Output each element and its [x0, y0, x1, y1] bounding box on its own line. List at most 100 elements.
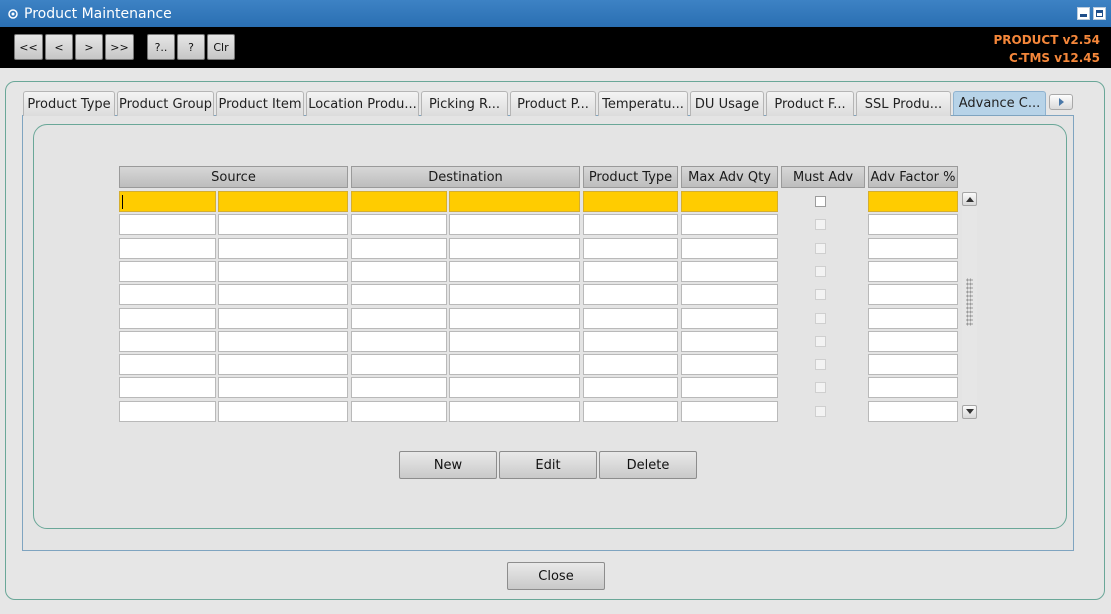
destination-name-cell[interactable] [449, 238, 580, 259]
adv-factor-cell[interactable] [868, 401, 958, 422]
source-name-cell[interactable] [218, 331, 348, 352]
tab-scroll-right-button[interactable] [1049, 94, 1073, 110]
max-adv-qty-cell[interactable] [681, 377, 778, 398]
max-adv-qty-cell[interactable] [681, 261, 778, 282]
source-name-cell[interactable] [218, 354, 348, 375]
must-adv-checkbox[interactable] [815, 406, 826, 417]
destination-name-cell[interactable] [449, 191, 580, 212]
destination-code-cell[interactable] [351, 354, 447, 375]
max-adv-qty-cell[interactable] [681, 354, 778, 375]
scroll-up-button[interactable] [962, 192, 977, 206]
help-button[interactable]: ? [177, 34, 205, 60]
source-code-cell[interactable] [119, 401, 216, 422]
source-code-cell[interactable] [119, 261, 216, 282]
adv-factor-cell[interactable] [868, 284, 958, 305]
window-title-bar[interactable]: Product Maintenance [0, 0, 1111, 27]
maximize-button[interactable] [1093, 7, 1106, 20]
product-type-cell[interactable] [583, 354, 678, 375]
product-type-cell[interactable] [583, 331, 678, 352]
new-button[interactable]: New [399, 451, 497, 479]
adv-factor-cell[interactable] [868, 354, 958, 375]
close-button[interactable]: Close [507, 562, 605, 590]
source-name-cell[interactable] [218, 308, 348, 329]
tab-product-type[interactable]: Product Type [23, 91, 115, 116]
edit-button[interactable]: Edit [499, 451, 597, 479]
max-adv-qty-cell[interactable] [681, 214, 778, 235]
adv-factor-cell[interactable] [868, 308, 958, 329]
destination-name-cell[interactable] [449, 354, 580, 375]
source-code-cell[interactable] [119, 308, 216, 329]
product-type-cell[interactable] [583, 284, 678, 305]
tab-ssl-product[interactable]: SSL Produ... [856, 91, 951, 116]
source-code-cell[interactable] [119, 284, 216, 305]
source-code-cell[interactable] [119, 331, 216, 352]
source-code-cell[interactable] [119, 214, 216, 235]
tab-location-product[interactable]: Location Produ... [306, 91, 419, 116]
destination-name-cell[interactable] [449, 214, 580, 235]
max-adv-qty-cell[interactable] [681, 238, 778, 259]
source-name-cell[interactable] [218, 214, 348, 235]
source-code-cell[interactable] [119, 377, 216, 398]
must-adv-checkbox[interactable] [815, 336, 826, 347]
product-type-cell[interactable] [583, 261, 678, 282]
tab-temperature[interactable]: Temperatu... [598, 91, 688, 116]
destination-code-cell[interactable] [351, 331, 447, 352]
source-name-cell[interactable] [218, 401, 348, 422]
tab-advance-c[interactable]: Advance C... [953, 91, 1046, 115]
destination-code-cell[interactable] [351, 191, 447, 212]
first-record-button[interactable]: << [14, 34, 43, 60]
must-adv-checkbox[interactable] [815, 219, 826, 230]
destination-code-cell[interactable] [351, 401, 447, 422]
previous-record-button[interactable]: < [45, 34, 73, 60]
destination-name-cell[interactable] [449, 377, 580, 398]
destination-code-cell[interactable] [351, 238, 447, 259]
source-code-cell[interactable] [119, 354, 216, 375]
must-adv-checkbox[interactable] [815, 196, 826, 207]
must-adv-checkbox[interactable] [815, 289, 826, 300]
last-record-button[interactable]: >> [105, 34, 134, 60]
adv-factor-cell[interactable] [868, 214, 958, 235]
source-name-cell[interactable] [218, 261, 348, 282]
product-type-cell[interactable] [583, 308, 678, 329]
query-button[interactable]: ?.. [147, 34, 175, 60]
max-adv-qty-cell[interactable] [681, 191, 778, 212]
source-name-cell[interactable] [218, 238, 348, 259]
destination-code-cell[interactable] [351, 284, 447, 305]
max-adv-qty-cell[interactable] [681, 401, 778, 422]
adv-factor-cell[interactable] [868, 261, 958, 282]
must-adv-checkbox[interactable] [815, 243, 826, 254]
destination-name-cell[interactable] [449, 308, 580, 329]
scroll-down-button[interactable] [962, 405, 977, 419]
destination-code-cell[interactable] [351, 214, 447, 235]
adv-factor-cell[interactable] [868, 377, 958, 398]
source-name-cell[interactable] [218, 191, 348, 212]
must-adv-checkbox[interactable] [815, 313, 826, 324]
source-name-cell[interactable] [218, 377, 348, 398]
source-code-cell[interactable] [119, 191, 216, 212]
must-adv-checkbox[interactable] [815, 266, 826, 277]
adv-factor-cell[interactable] [868, 191, 958, 212]
grid-scrollbar[interactable] [962, 190, 977, 420]
max-adv-qty-cell[interactable] [681, 308, 778, 329]
scroll-thumb-grip[interactable] [966, 278, 973, 326]
must-adv-checkbox[interactable] [815, 382, 826, 393]
destination-name-cell[interactable] [449, 401, 580, 422]
tab-product-p[interactable]: Product P... [510, 91, 596, 116]
tab-du-usage[interactable]: DU Usage [690, 91, 764, 116]
tab-product-group[interactable]: Product Group [117, 91, 214, 116]
product-type-cell[interactable] [583, 214, 678, 235]
tab-picking-rule[interactable]: Picking R... [421, 91, 508, 116]
destination-name-cell[interactable] [449, 261, 580, 282]
minimize-button[interactable] [1077, 7, 1090, 20]
destination-code-cell[interactable] [351, 377, 447, 398]
max-adv-qty-cell[interactable] [681, 284, 778, 305]
tab-product-f[interactable]: Product F... [766, 91, 854, 116]
source-code-cell[interactable] [119, 238, 216, 259]
destination-name-cell[interactable] [449, 331, 580, 352]
product-type-cell[interactable] [583, 401, 678, 422]
clear-button[interactable]: Clr [207, 34, 235, 60]
delete-button[interactable]: Delete [599, 451, 697, 479]
product-type-cell[interactable] [583, 191, 678, 212]
tab-product-item[interactable]: Product Item [216, 91, 304, 116]
max-adv-qty-cell[interactable] [681, 331, 778, 352]
